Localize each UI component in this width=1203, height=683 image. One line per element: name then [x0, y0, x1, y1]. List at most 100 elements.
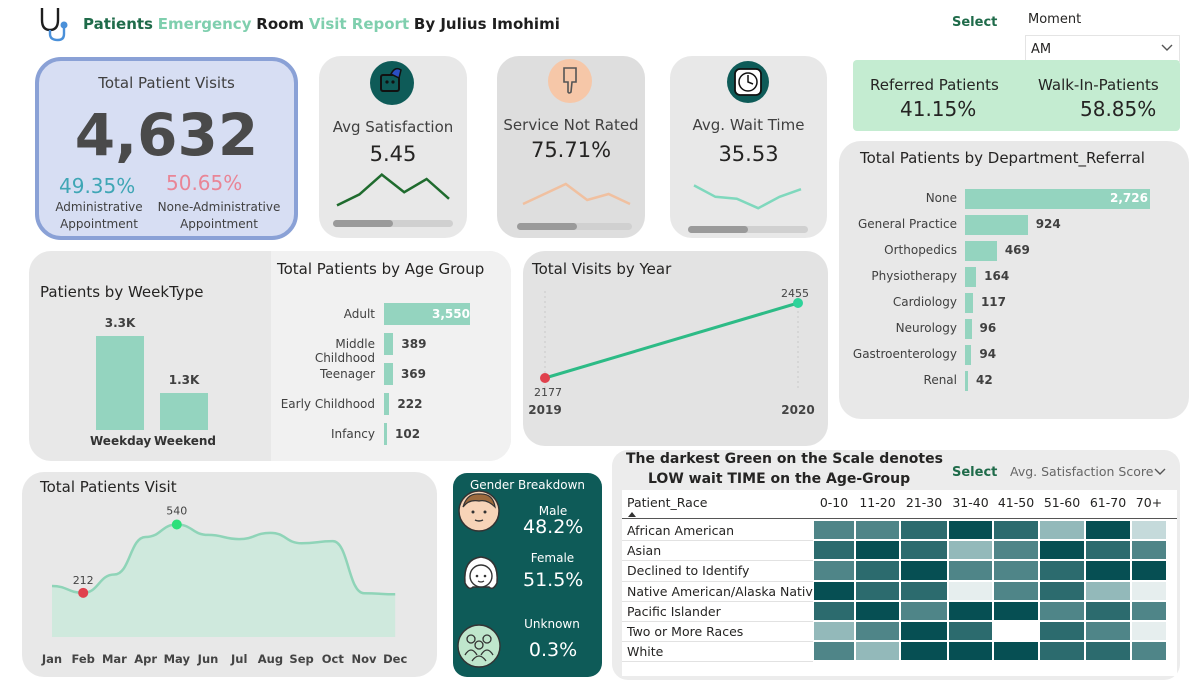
- kpi-scrollbar[interactable]: [688, 226, 808, 233]
- heatmap-cell[interactable]: [1039, 621, 1085, 642]
- heatmap-cell[interactable]: [948, 560, 993, 581]
- heatmap-cell[interactable]: [948, 621, 993, 642]
- heatmap-column-header: 21-30: [905, 495, 943, 510]
- kpi-scrollbar[interactable]: [517, 223, 632, 230]
- sort-ascending-icon[interactable]: [628, 512, 636, 517]
- heatmap-cell[interactable]: [948, 600, 993, 621]
- heatmap-column-header: 51-60: [1043, 495, 1081, 510]
- heatmap-cell[interactable]: [948, 580, 993, 601]
- heatmap-cell[interactable]: [948, 540, 993, 561]
- moment-dropdown[interactable]: AM: [1025, 35, 1180, 62]
- agegroup-value: 369: [400, 367, 426, 381]
- heatmap-cell[interactable]: [1085, 580, 1131, 601]
- heatmap-cell[interactable]: [948, 641, 993, 662]
- heatmap-cell[interactable]: [900, 641, 948, 662]
- kpi-scrollbar[interactable]: [333, 220, 453, 227]
- month-axis-label: Apr: [134, 652, 157, 666]
- heatmap-cell[interactable]: [1085, 520, 1131, 541]
- title-part-5: By Julius Imohimi: [413, 15, 560, 33]
- heatmap-cell[interactable]: [813, 641, 855, 662]
- moment-dropdown-value: AM: [1031, 42, 1052, 57]
- heatmap-cell[interactable]: [1131, 580, 1167, 601]
- department-label: Gastroenterology: [852, 347, 957, 361]
- heatmap-cell[interactable]: [900, 621, 948, 642]
- heatmap-cell[interactable]: [855, 560, 900, 581]
- heatmap-cell[interactable]: [993, 540, 1039, 561]
- heatmap-cell[interactable]: [855, 540, 900, 561]
- weektype-label: Weekday: [90, 434, 152, 448]
- heatmap-cell[interactable]: [855, 621, 900, 642]
- heatmap-cell[interactable]: [1131, 520, 1167, 541]
- heatmap-cell[interactable]: [900, 540, 948, 561]
- heatmap-cell[interactable]: [813, 600, 855, 621]
- walkin-label: Walk-In-Patients: [1038, 76, 1159, 94]
- heatmap-cell[interactable]: [1039, 520, 1085, 541]
- heatmap-cell[interactable]: [993, 520, 1039, 541]
- metric-select-label: Select: [952, 465, 998, 480]
- agegroup-label: Adult: [343, 307, 375, 321]
- heatmap-cell[interactable]: [813, 580, 855, 601]
- heatmap-cell[interactable]: [1131, 641, 1167, 662]
- scrollbar-thumb[interactable]: [688, 226, 748, 233]
- department-label: General Practice: [857, 217, 957, 231]
- heatmap-cell[interactable]: [1039, 600, 1085, 621]
- heatmap-cell[interactable]: [993, 641, 1039, 662]
- agegroup-label: Early Childhood: [280, 397, 375, 411]
- weektype-agegroup-card: Patients by WeekType 3.3K Weekday 1.3K Week…: [29, 251, 511, 461]
- header-bar: Patients Emergency Room Visit Report By …: [0, 0, 1203, 62]
- heatmap-cell[interactable]: [900, 600, 948, 621]
- metric-dropdown[interactable]: Avg. Satisfaction Score: [1007, 462, 1172, 484]
- heatmap-cell[interactable]: [993, 560, 1039, 581]
- monthly-min-point[interactable]: [78, 587, 89, 598]
- heatmap-cell[interactable]: [813, 540, 855, 561]
- heatmap-cell[interactable]: [993, 600, 1039, 621]
- heatmap-cell[interactable]: [855, 641, 900, 662]
- heatmap-cell[interactable]: [1085, 621, 1131, 642]
- heatmap-cell[interactable]: [1131, 600, 1167, 621]
- department-bar: [965, 293, 973, 313]
- heatmap-cell[interactable]: [1085, 600, 1131, 621]
- heatmap-cell[interactable]: [1039, 641, 1085, 662]
- group-people-icon: [457, 624, 501, 668]
- year-point-min[interactable]: [540, 373, 550, 383]
- heatmap-cell[interactable]: [1131, 621, 1167, 642]
- kpi-card-wait-time: Avg. Wait Time 35.53: [670, 56, 827, 238]
- scrollbar-thumb[interactable]: [333, 220, 393, 227]
- heatmap-cell[interactable]: [948, 520, 993, 541]
- heatmap-cell[interactable]: [1131, 560, 1167, 581]
- row-separator: [622, 560, 813, 562]
- heatmap-cell[interactable]: [993, 580, 1039, 601]
- scrollbar-thumb[interactable]: [517, 223, 577, 230]
- heatmap-cell[interactable]: [900, 520, 948, 541]
- heatmap-card: The darkest Green on the Scale denotes L…: [612, 450, 1180, 680]
- heatmap-cell[interactable]: [855, 520, 900, 541]
- kpi-card-satisfaction: Avg Satisfaction 5.45: [319, 56, 467, 238]
- department-value: 94: [979, 347, 997, 361]
- heatmap-cell[interactable]: [1039, 560, 1085, 581]
- heatmap-cell[interactable]: [1131, 540, 1167, 561]
- heatmap-cell[interactable]: [1039, 540, 1085, 561]
- heatmap-cell[interactable]: [900, 580, 948, 601]
- heatmap-cell[interactable]: [1085, 540, 1131, 561]
- heatmap-cell[interactable]: [900, 560, 948, 581]
- admin-label: Administrative Appointment: [49, 199, 149, 233]
- heatmap-cell[interactable]: [855, 580, 900, 601]
- department-label: Renal: [923, 373, 957, 387]
- heatmap-cell[interactable]: [855, 600, 900, 621]
- heatmap-cell[interactable]: [993, 621, 1039, 642]
- monthly-max-point[interactable]: [171, 519, 182, 530]
- agegroup-label: Middle Childhood: [314, 337, 375, 365]
- heatmap-cell[interactable]: [813, 520, 855, 541]
- row-header[interactable]: Patient_Race: [627, 495, 707, 510]
- heatmap-cell[interactable]: [813, 621, 855, 642]
- agegroup-bar: [384, 393, 390, 415]
- month-axis-label: Sep: [289, 652, 313, 666]
- stethoscope-icon: [40, 8, 68, 42]
- heatmap-cell[interactable]: [1085, 641, 1131, 662]
- heatmap-cell[interactable]: [1085, 560, 1131, 581]
- agegroup-value: 222: [397, 397, 423, 411]
- heatmap-column-header: 61-70: [1089, 495, 1127, 510]
- heatmap-cell[interactable]: [1039, 580, 1085, 601]
- heatmap-column-header: 11-20: [859, 495, 896, 510]
- heatmap-cell[interactable]: [813, 560, 855, 581]
